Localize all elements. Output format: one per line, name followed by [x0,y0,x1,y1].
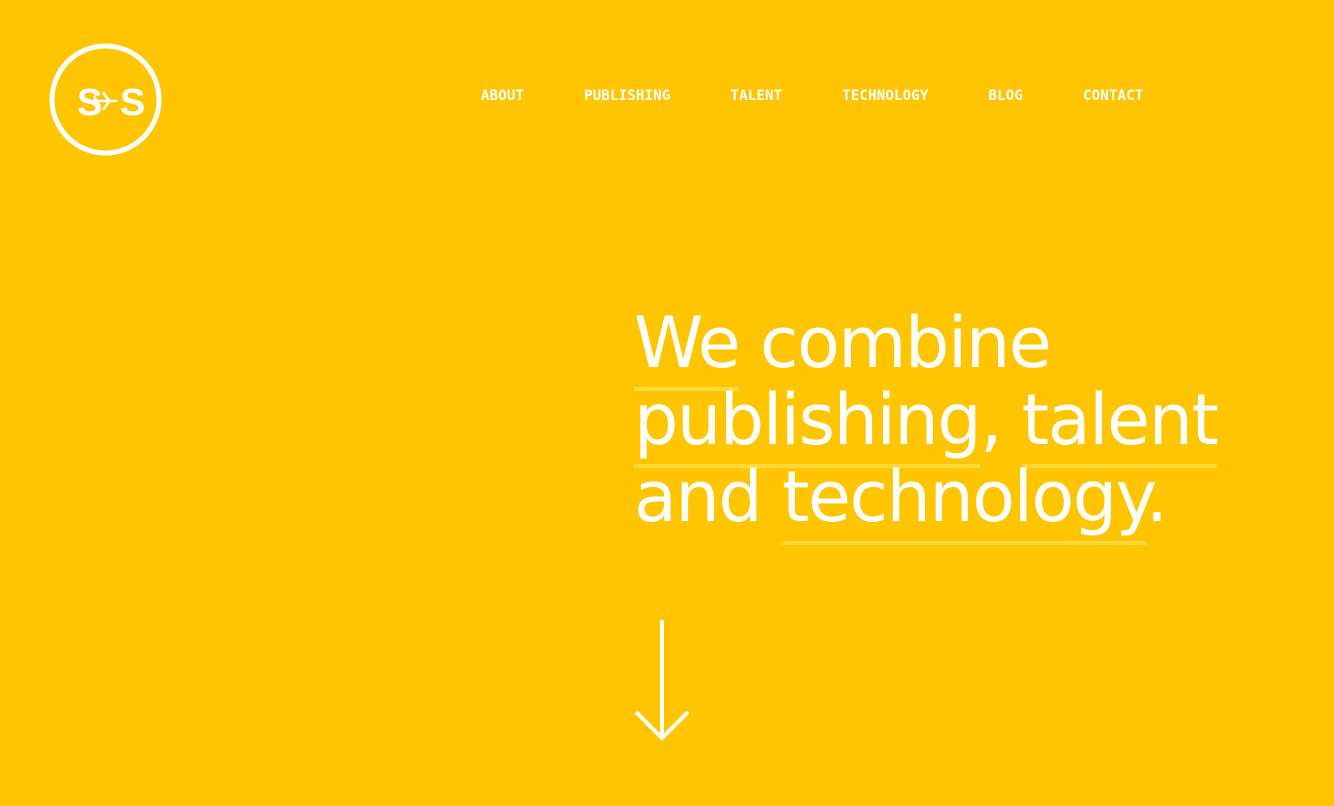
logo-badge: S S [49,43,162,156]
headline-line-1: We combine [634,302,1194,391]
logo[interactable]: S S [49,43,162,156]
headline-word-combine: combine [759,302,1052,384]
headline-link-we[interactable]: We [634,302,741,391]
scroll-down-button[interactable] [633,620,691,744]
headline-period: . [1145,456,1168,538]
headline-link-technology[interactable]: technology [781,456,1147,545]
arrow-down-icon [634,620,690,741]
headline-line-2: publishing, talent [634,379,1219,468]
nav-item-about[interactable]: ABOUT [481,87,524,105]
nav-item-blog[interactable]: BLOG [989,87,1024,105]
hero-headline: We combine publishing, talent and techno… [634,302,1219,545]
nav-item-publishing[interactable]: PUBLISHING [584,87,670,105]
headline-word-and: and [634,456,763,538]
nav-item-technology[interactable]: TECHNOLOGY [842,87,928,105]
headline-link-talent[interactable]: talent [1021,379,1219,468]
main-nav: ABOUT PUBLISHING TALENT TECHNOLOGY BLOG … [481,86,1143,106]
logo-letter-right: S [120,82,145,124]
headline-comma: , [980,379,1002,461]
headline-link-publishing[interactable]: publishing [634,379,982,468]
headline-line-3: and technology. [634,456,1194,545]
nav-item-contact[interactable]: CONTACT [1083,87,1143,105]
logo-letter-left: S [77,82,102,124]
nav-item-talent[interactable]: TALENT [730,87,782,105]
